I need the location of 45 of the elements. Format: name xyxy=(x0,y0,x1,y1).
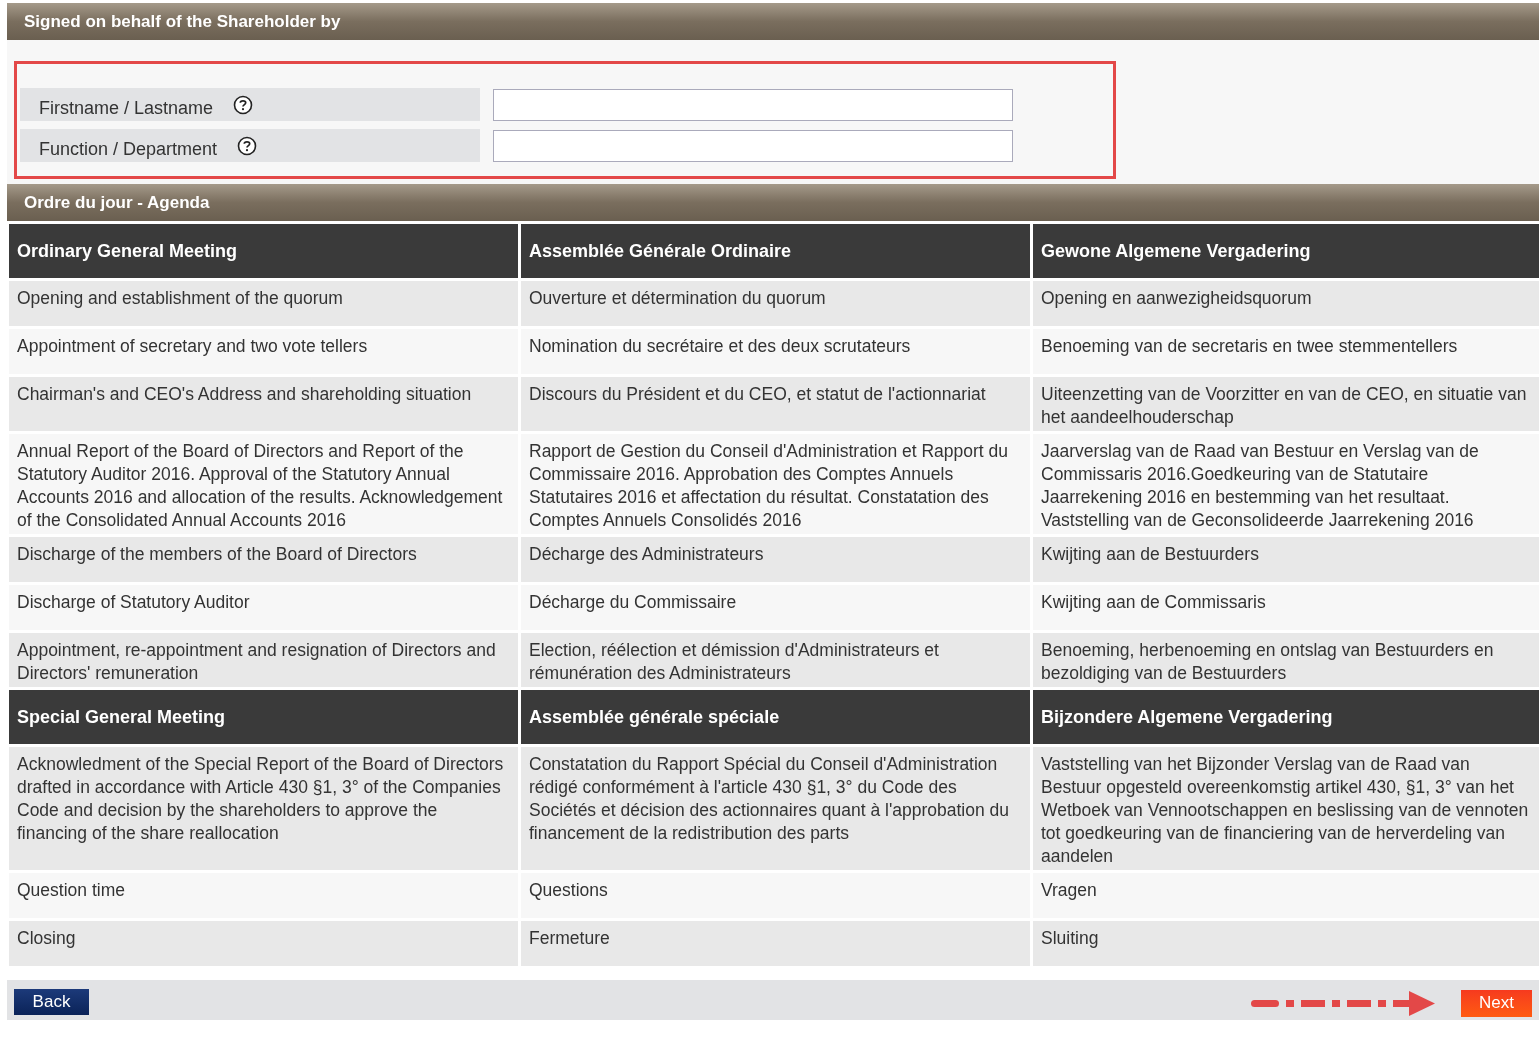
help-icon[interactable] xyxy=(233,94,254,115)
table-cell: Uiteenzetting van de Voorzitter en van de CEO, en situatie van het aandeelhouderschap xyxy=(1033,377,1539,431)
table-cell: Vaststelling van het Bijzonder Verslag van de Raad van Bestuur opgesteld overeenkomstig artikel 430, §1, 3° van het Wetboek van Vennootschappen en beslissing van de vennoten tot goedkeuring van de financiering van de herverdeling van aandelen xyxy=(1033,747,1539,870)
table-cell: Closing xyxy=(9,921,518,966)
column-header: Special General Meeting xyxy=(9,690,518,744)
help-icon[interactable] xyxy=(237,135,258,156)
table-cell: Benoeming, herbenoeming en ontslag van Bestuurders en bezoldiging van de Bestuurders xyxy=(1033,633,1539,687)
column-header: Bijzondere Algemene Vergadering xyxy=(1033,690,1539,744)
column-header: Gewone Algemene Vergadering xyxy=(1033,224,1539,278)
back-button[interactable]: Back xyxy=(14,988,89,1015)
field-label: Firstname / Lastname xyxy=(39,97,214,120)
table-cell: Kwijting aan de Bestuurders xyxy=(1033,537,1539,582)
column-header: Ordinary General Meeting xyxy=(9,224,518,278)
table-cell: Opening en aanwezigheidsquorum xyxy=(1033,281,1539,326)
table-cell: Kwijting aan de Commissaris xyxy=(1033,585,1539,630)
field-label: Function / Department xyxy=(39,138,218,161)
table-cell: Election, réélection et démission d'Administrateurs et rémunération des Administrateurs xyxy=(521,633,1030,687)
table-cell: Question time xyxy=(9,873,518,918)
table-cell: Acknowledment of the Special Report of the Board of Directors drafted in accordance with Article 430 §1, 3° of the Companies Code and decision by the shareholders to approve the financing of the share reallocation xyxy=(9,747,518,870)
table-cell: Benoeming van de secretaris en twee stemmentellers xyxy=(1033,329,1539,374)
table-cell: Opening and establishment of the quorum xyxy=(9,281,518,326)
table-cell: Jaarverslag van de Raad van Bestuur en Verslag van de Commissaris 2016.Goedkeuring van de Statutaire Jaarrekening 2016 en bestemming van het resultaat. Vaststelling van de Geconsolideerde Jaarrekening 2016 xyxy=(1033,434,1539,534)
table-cell: Vragen xyxy=(1033,873,1539,918)
text-input[interactable] xyxy=(493,88,1013,121)
table-cell: Sluiting xyxy=(1033,921,1539,966)
table-cell: Appointment of secretary and two vote tellers xyxy=(9,329,518,374)
table-cell: Chairman's and CEO's Address and shareholding situation xyxy=(9,377,518,431)
table-cell: Décharge du Commissaire xyxy=(521,585,1030,630)
table-cell: Appointment, re-appointment and resignation of Directors and Directors' remuneration xyxy=(9,633,518,687)
table-cell: Ouverture et détermination du quorum xyxy=(521,281,1030,326)
table-cell: Constatation du Rapport Spécial du Conseil d'Administration rédigé conformément à l'article 430 §1, 3° du Code des Sociétés et décision des actionnaires quant à l'approbation du financement de la redistribution des parts xyxy=(521,747,1030,870)
column-header: Assemblée Générale Ordinaire xyxy=(521,224,1030,278)
section-header: Ordre du jour - Agenda xyxy=(7,184,1539,221)
table-cell: Discharge of the members of the Board of Directors xyxy=(9,537,518,582)
section-header: Signed on behalf of the Shareholder by xyxy=(7,3,1539,40)
table-cell: Rapport de Gestion du Conseil d'Administration et Rapport du Commissaire 2016. Approbation des Comptes Annuels Statutaires 2016 et affectation du résultat. Constatation des Comptes Annuels Consolidés 2016 xyxy=(521,434,1030,534)
column-header: Assemblée générale spéciale xyxy=(521,690,1030,744)
table-cell: Fermeture xyxy=(521,921,1030,966)
table-cell: Discharge of Statutory Auditor xyxy=(9,585,518,630)
table-cell: Questions xyxy=(521,873,1030,918)
text-input[interactable] xyxy=(493,129,1013,162)
table-cell: Nomination du secrétaire et des deux scrutateurs xyxy=(521,329,1030,374)
table-cell: Décharge des Administrateurs xyxy=(521,537,1030,582)
table-cell: Discours du Président et du CEO, et statut de l'actionnariat xyxy=(521,377,1030,431)
table-cell: Annual Report of the Board of Directors and Report of the Statutory Auditor 2016. Approval of the Statutory Annual Accounts 2016 and allocation of the results. Acknowledgement of the Consolidated Annual Accounts 2016 xyxy=(9,434,518,534)
